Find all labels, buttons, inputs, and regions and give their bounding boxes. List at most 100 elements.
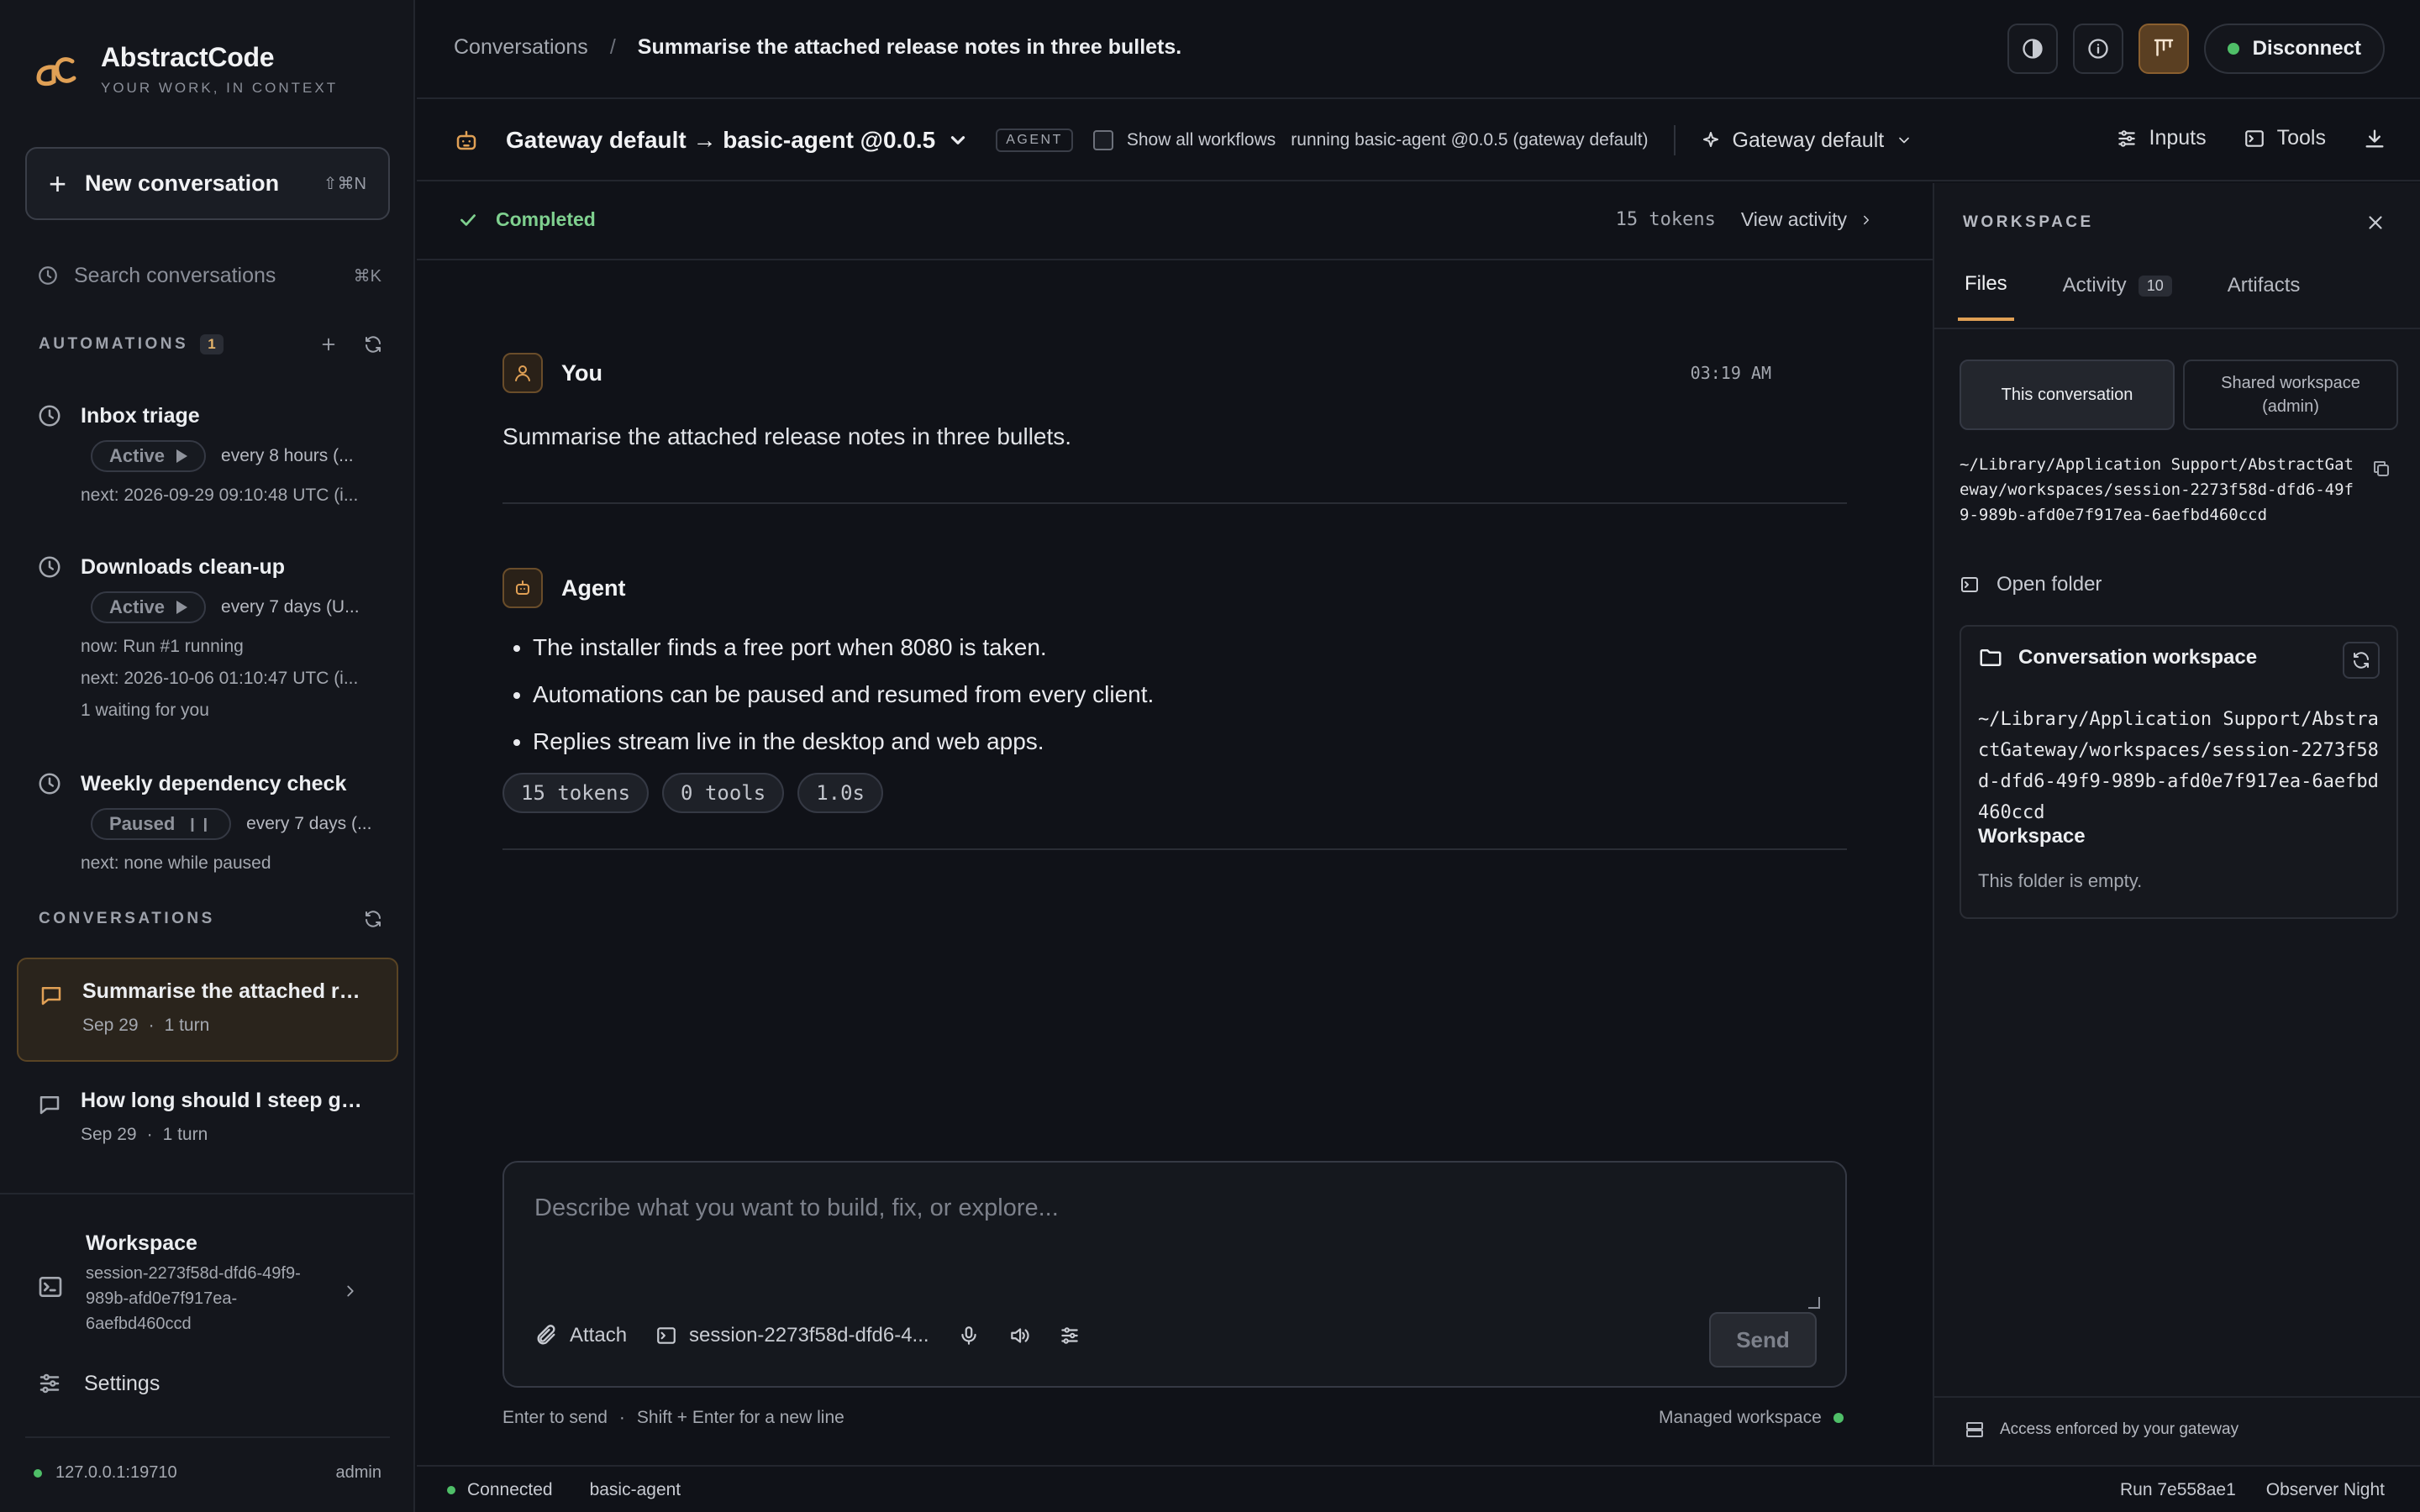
conversation-turns: 1 turn: [162, 1125, 208, 1144]
search-conversations[interactable]: Search conversations ⌘K: [37, 260, 381, 291]
card-path: ~/Library/Application Support/AbstractGa…: [1978, 709, 2379, 823]
info-button[interactable]: [2072, 24, 2123, 74]
access-note: Access enforced by your gateway: [1965, 1420, 2238, 1440]
inputs-button[interactable]: Inputs: [2116, 126, 2207, 150]
automations-heading: AUTOMATIONS: [39, 335, 189, 353]
conversation-date: Sep 29: [81, 1125, 137, 1144]
tab-activity[interactable]: Activity 10: [2056, 260, 2179, 321]
sliders-icon: [2118, 129, 2135, 147]
conversation-workspace-card: Conversation workspace ~/Library/Applica…: [1960, 625, 2398, 919]
show-all-workflows-label[interactable]: Show all workflows: [1127, 130, 1276, 150]
managed-label: Managed workspace: [1659, 1408, 1822, 1427]
kanban-icon: [2154, 39, 2173, 56]
terminal-icon: [1961, 577, 1978, 592]
new-conversation-label: New conversation: [85, 171, 280, 196]
run-status-label: Completed: [496, 208, 596, 230]
disconnect-label: Disconnect: [2252, 37, 2361, 60]
agent-selector[interactable]: Gateway default → basic-agent @0.0.5: [506, 127, 969, 154]
scope-this-conversation[interactable]: This conversation: [1960, 360, 2175, 430]
refresh-conversations-icon[interactable]: [363, 909, 383, 929]
conversation-item-active[interactable]: Summarise the attached rel... Sep 29 · 1 t…: [17, 958, 398, 1062]
automation-status-toggle[interactable]: Active: [91, 440, 207, 472]
breadcrumb-separator: /: [609, 35, 616, 59]
hint-newline: Shift + Enter for a new line: [636, 1408, 844, 1427]
breadcrumb-root[interactable]: Conversations: [454, 35, 588, 60]
bullet-item: Replies stream live in the desktop and w…: [533, 726, 1847, 758]
settings-link[interactable]: Settings: [37, 1371, 160, 1396]
disconnect-button[interactable]: Disconnect: [2203, 24, 2385, 74]
pause-icon: ❙❙: [187, 817, 213, 832]
managed-workspace-indicator: Managed workspace: [1659, 1408, 1844, 1428]
stat-tools: 0 tools: [662, 773, 785, 813]
automation-waiting: 1 waiting for you: [81, 701, 209, 720]
connection-dot: [34, 1469, 42, 1478]
topbar: Conversations / Summarise the attached r…: [417, 0, 2420, 99]
hint-send: Enter to send: [502, 1408, 608, 1427]
show-all-workflows-checkbox[interactable]: [1092, 130, 1113, 150]
scope-shared-workspace[interactable]: Shared workspace (admin): [2183, 360, 2398, 430]
automation-item[interactable]: Weekly dependency check Paused ❙❙ every 7…: [37, 771, 381, 874]
sidebar-footer: 127.0.0.1:19710 admin: [34, 1463, 381, 1483]
card-subtitle: Workspace: [1978, 825, 2086, 848]
message-composer[interactable]: Describe what you want to build, fix, or…: [502, 1161, 1847, 1388]
conversations-heading: CONVERSATIONS: [39, 910, 215, 927]
message-role: You: [561, 360, 602, 386]
play-icon: [176, 449, 188, 463]
new-conversation-button[interactable]: + New conversation ⇧⌘N: [25, 147, 390, 220]
send-button[interactable]: Send: [1709, 1312, 1817, 1368]
message-text: Summarise the attached release notes in …: [502, 423, 1072, 449]
workspace-scope-toggle: This conversation Shared workspace (admi…: [1960, 360, 2398, 430]
resize-handle[interactable]: [1808, 1297, 1820, 1309]
tools-button[interactable]: Tools: [2244, 126, 2326, 150]
sliders-icon[interactable]: [1059, 1325, 1081, 1347]
view-activity-label: View activity: [1740, 208, 1847, 230]
access-label: Access enforced by your gateway: [2000, 1420, 2239, 1438]
workspace-path: ~/Library/Application Support/AbstractGa…: [1960, 455, 2354, 524]
divider: [1673, 125, 1676, 155]
automation-item[interactable]: Inbox triage Active every 8 hours (... n…: [37, 403, 381, 506]
stat-duration: 1.0s: [797, 773, 883, 813]
bullet-item: The installer finds a free port when 808…: [533, 632, 1847, 664]
refresh-automations-icon[interactable]: [363, 334, 383, 354]
clock-icon: [39, 266, 57, 285]
add-automation-icon[interactable]: [319, 335, 338, 354]
brand-tagline: YOUR WORK, IN CONTEXT: [101, 80, 339, 96]
session-selector[interactable]: session-2273f58d-dfd6-4...: [655, 1324, 929, 1347]
conversation-date: Sep 29: [82, 1016, 139, 1035]
copy-icon[interactable]: [2371, 459, 2391, 479]
automations-header: AUTOMATIONS 1: [39, 334, 383, 354]
session-label: session-2273f58d-dfd6-4...: [689, 1324, 929, 1347]
automation-status-toggle[interactable]: Paused ❙❙: [91, 808, 232, 840]
brand[interactable]: AbstractCode YOUR WORK, IN CONTEXT: [34, 42, 338, 97]
message-stats: 15 tokens 0 tools 1.0s: [502, 773, 1847, 813]
inputs-label: Inputs: [2149, 126, 2207, 150]
gateway-selector[interactable]: Gateway default: [1701, 129, 1913, 153]
theme-toggle-button[interactable]: [2007, 24, 2058, 74]
conversation-item[interactable]: How long should I steep gre... Sep 29 · 1 …: [17, 1068, 398, 1173]
tab-files[interactable]: Files: [1958, 260, 2014, 321]
automation-status-toggle[interactable]: Active: [91, 591, 207, 623]
theme-name[interactable]: Observer Night: [2266, 1480, 2385, 1500]
tools-label: Tools: [2276, 126, 2326, 150]
user-icon: [515, 365, 530, 381]
microphone-icon[interactable]: [958, 1325, 980, 1347]
connection-status: Connected: [467, 1480, 553, 1499]
refresh-workspace-button[interactable]: [2343, 642, 2380, 679]
composer-placeholder[interactable]: Describe what you want to build, fix, or…: [534, 1194, 1059, 1222]
automation-schedule: every 8 hours (...: [221, 446, 354, 465]
speaker-icon[interactable]: [1008, 1325, 1030, 1347]
workspace-link[interactable]: Workspace session-2273f58d-dfd6-49f9-989…: [37, 1231, 381, 1336]
open-folder-button[interactable]: Open folder: [1960, 573, 2102, 596]
status-dot: [1833, 1413, 1844, 1423]
server-icon: [1966, 1422, 1983, 1437]
automation-next: next: 2026-10-06 01:10:47 UTC (i...: [81, 669, 359, 688]
download-icon[interactable]: [2363, 127, 2386, 150]
attach-button[interactable]: Attach: [534, 1324, 627, 1347]
view-activity-link[interactable]: View activity: [1741, 208, 1874, 231]
automations-count: 1: [200, 334, 224, 354]
board-view-button[interactable]: [2138, 24, 2189, 74]
close-icon[interactable]: [2365, 212, 2386, 234]
automation-item[interactable]: Downloads clean-up Active every 7 days (…: [37, 554, 381, 721]
tab-artifacts[interactable]: Artifacts: [2221, 260, 2307, 321]
search-placeholder: Search conversations: [74, 263, 276, 287]
